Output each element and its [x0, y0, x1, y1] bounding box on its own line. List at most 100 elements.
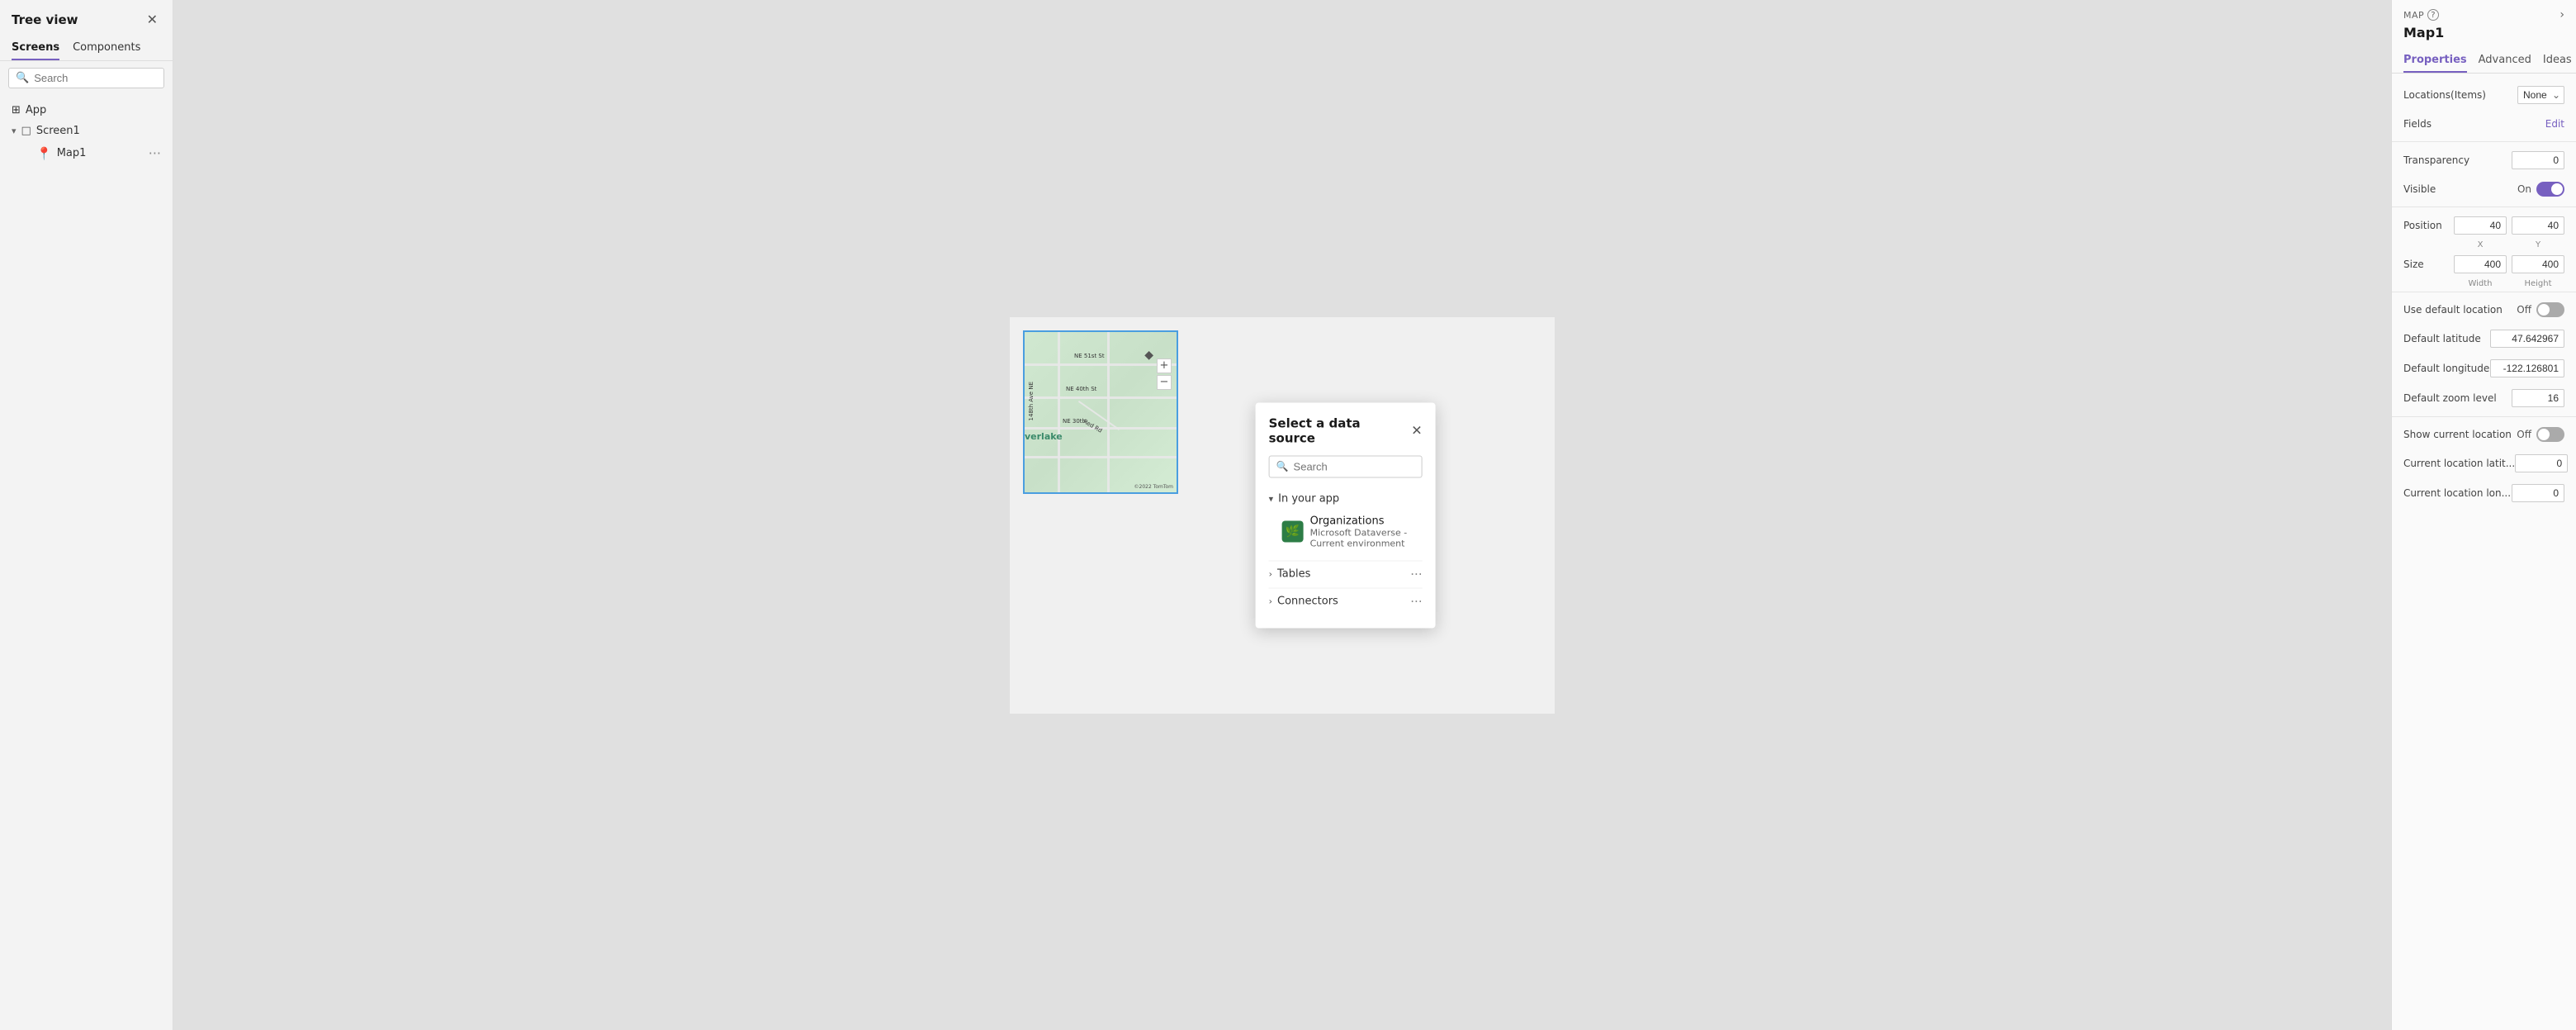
in-your-app-header[interactable]: ▾ In your app [1269, 487, 1423, 510]
organizations-item[interactable]: 🌿 Organizations Microsoft Dataverse - Cu… [1269, 510, 1423, 553]
tables-chevron-icon: › [1269, 569, 1272, 580]
right-panel: MAP ? › Map1 Properties Advanced Ideas L… [2391, 0, 2576, 1030]
in-your-app-chevron: ▾ [1269, 493, 1274, 504]
fields-row: Fields Edit [2392, 110, 2576, 138]
app-label: App [26, 104, 46, 116]
canvas-area: NE 51st St NE 40th St NE 30th 148th Ave … [1010, 317, 1555, 714]
fields-edit-link[interactable]: Edit [2545, 118, 2564, 130]
size-wh [2454, 255, 2564, 273]
tree-tabs: Screens Components [0, 36, 173, 61]
road-h4 [1025, 456, 1177, 458]
default-latitude-input[interactable] [2490, 330, 2564, 348]
locations-row: Locations(Items) None [2392, 80, 2576, 110]
map-background: NE 51st St NE 40th St NE 30th 148th Ave … [1025, 332, 1177, 492]
current-lat-row: Current location latit... [2392, 449, 2576, 478]
transparency-input[interactable] [2512, 151, 2564, 169]
position-xy [2454, 216, 2564, 235]
chevron-down-icon: ▾ [12, 126, 17, 136]
height-label: Height [2512, 279, 2564, 288]
map-tag-label: MAP [2403, 10, 2424, 21]
position-x-input[interactable] [2454, 216, 2507, 235]
default-zoom-input[interactable] [2512, 389, 2564, 407]
toggle-knob-current [2538, 429, 2550, 440]
close-panel-button[interactable]: ✕ [144, 10, 161, 30]
map-label-4: 148th Ave NE [1028, 382, 1035, 420]
dialog-search-icon: 🔍 [1276, 461, 1289, 472]
tree-item-map1[interactable]: 📍 Map1 ··· [0, 141, 173, 165]
fields-label: Fields [2403, 118, 2432, 130]
current-lon-label: Current location lon... [2403, 487, 2511, 499]
map1-more-icon[interactable]: ··· [149, 145, 161, 161]
position-row: Position [2392, 211, 2576, 240]
help-icon[interactable]: ? [2427, 9, 2439, 21]
divider-4 [2392, 416, 2576, 417]
use-default-location-label: Use default location [2403, 304, 2503, 316]
tab-properties[interactable]: Properties [2403, 49, 2467, 73]
dialog-search-input[interactable] [1294, 460, 1415, 472]
transparency-label: Transparency [2403, 154, 2469, 166]
visible-on-label: On [2517, 183, 2531, 195]
visible-toggle[interactable] [2536, 182, 2564, 197]
size-label: Size [2403, 259, 2424, 270]
use-default-off-label: Off [2517, 304, 2531, 316]
org-icon-symbol: 🌿 [1286, 525, 1300, 539]
tree-items: ⊞ App ▾ □ Screen1 📍 Map1 ··· [0, 95, 173, 170]
show-current-toggle[interactable] [2536, 427, 2564, 442]
main-canvas: NE 51st St NE 40th St NE 30th 148th Ave … [173, 0, 2391, 1030]
visible-label: Visible [2403, 183, 2436, 195]
map-pin-icon: ◆ [1144, 349, 1153, 362]
tab-components[interactable]: Components [73, 36, 140, 60]
panel-chevron-icon[interactable]: › [2559, 8, 2564, 21]
map-label-2: NE 40th St [1066, 386, 1096, 392]
map1-label: Map1 [57, 147, 87, 159]
current-lat-label: Current location latit... [2403, 458, 2515, 469]
in-your-app-label: In your app [1278, 492, 1339, 505]
size-width-input[interactable] [2454, 255, 2507, 273]
org-icon: 🌿 [1282, 521, 1304, 543]
right-panel-top: MAP ? › [2392, 0, 2576, 21]
connectors-row[interactable]: › Connectors ··· [1269, 587, 1423, 615]
tab-ideas[interactable]: Ideas [2543, 49, 2572, 73]
default-latitude-row: Default latitude [2392, 324, 2576, 354]
zoom-out-button[interactable]: − [1157, 375, 1172, 390]
default-longitude-row: Default longitude [2392, 354, 2576, 383]
connectors-more-icon[interactable]: ··· [1410, 594, 1422, 609]
size-row: Size [2392, 249, 2576, 279]
use-default-location-row: Use default location Off [2392, 296, 2576, 324]
connectors-chevron-icon: › [1269, 596, 1272, 607]
position-y-input[interactable] [2512, 216, 2564, 235]
tab-screens[interactable]: Screens [12, 36, 59, 60]
road-v2 [1107, 332, 1110, 492]
visible-toggle-wrapper: On [2517, 182, 2564, 197]
dialog-title: Select a data source [1269, 415, 1412, 445]
current-lon-input[interactable] [2512, 484, 2564, 502]
locations-select[interactable]: None [2517, 86, 2564, 104]
connectors-row-left: › Connectors [1269, 596, 1338, 608]
default-zoom-row: Default zoom level [2392, 383, 2576, 413]
divider-2 [2392, 206, 2576, 207]
right-panel-tabs: Properties Advanced Ideas [2392, 49, 2576, 74]
zoom-in-button[interactable]: + [1157, 358, 1172, 373]
tree-search-input[interactable] [34, 72, 157, 84]
screen-icon: □ [21, 125, 31, 137]
default-longitude-input[interactable] [2490, 359, 2564, 377]
tree-search-box: 🔍 [8, 68, 164, 88]
toggle-knob-visible [2551, 183, 2563, 195]
data-source-dialog: Select a data source ✕ 🔍 ▾ In your app 🌿 [1256, 402, 1436, 628]
visible-row: Visible On [2392, 175, 2576, 203]
tree-item-app[interactable]: ⊞ App [0, 100, 173, 121]
use-default-toggle-wrapper: Off [2517, 302, 2564, 317]
dialog-close-button[interactable]: ✕ [1411, 422, 1422, 439]
map-tree-icon: 📍 [36, 146, 52, 161]
tables-more-icon[interactable]: ··· [1410, 567, 1422, 581]
map-component[interactable]: NE 51st St NE 40th St NE 30th 148th Ave … [1023, 330, 1178, 494]
use-default-toggle[interactable] [2536, 302, 2564, 317]
current-lat-input[interactable] [2515, 454, 2568, 472]
tab-advanced[interactable]: Advanced [2479, 49, 2531, 73]
tree-view-header: Tree view ✕ [0, 0, 173, 36]
size-height-input[interactable] [2512, 255, 2564, 273]
dialog-search-box: 🔍 [1269, 455, 1423, 477]
tables-row[interactable]: › Tables ··· [1269, 560, 1423, 587]
tree-item-screen1[interactable]: ▾ □ Screen1 [0, 121, 173, 141]
toggle-knob-default [2538, 304, 2550, 316]
